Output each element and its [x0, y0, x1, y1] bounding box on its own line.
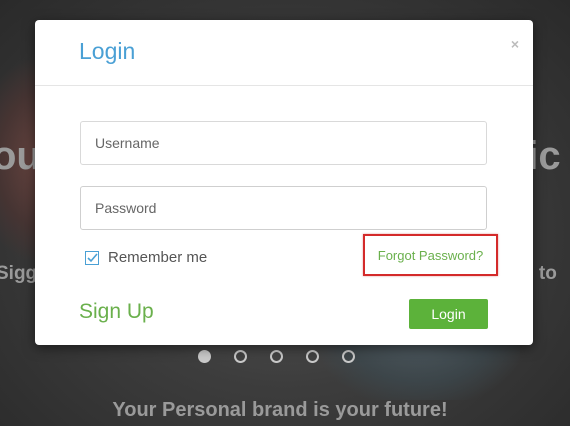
- carousel-indicators: [198, 350, 355, 363]
- remember-me-label: Remember me: [108, 249, 208, 266]
- carousel-dot[interactable]: [234, 350, 247, 363]
- forgot-password-highlight-box: Forgot Password?: [363, 234, 498, 276]
- password-input[interactable]: [80, 186, 487, 230]
- login-modal: Login × Remember me Forgot Password? Sig…: [35, 20, 533, 345]
- carousel-dot[interactable]: [198, 350, 211, 363]
- checkbox-checked-icon[interactable]: [85, 250, 99, 265]
- background-subheading-left: Sigg: [0, 263, 38, 284]
- close-button[interactable]: ×: [511, 37, 519, 51]
- username-input[interactable]: [80, 121, 487, 165]
- modal-header: Login ×: [35, 20, 533, 86]
- carousel-dot[interactable]: [342, 350, 355, 363]
- forgot-password-link[interactable]: Forgot Password?: [378, 248, 484, 263]
- background-tagline: Your Personal brand is your future!: [112, 399, 448, 421]
- login-button[interactable]: Login: [409, 299, 488, 329]
- carousel-dot[interactable]: [270, 350, 283, 363]
- remember-me-checkbox[interactable]: Remember me: [85, 249, 207, 266]
- carousel-dot[interactable]: [306, 350, 319, 363]
- modal-title: Login: [79, 38, 136, 64]
- sign-up-link[interactable]: Sign Up: [79, 300, 154, 324]
